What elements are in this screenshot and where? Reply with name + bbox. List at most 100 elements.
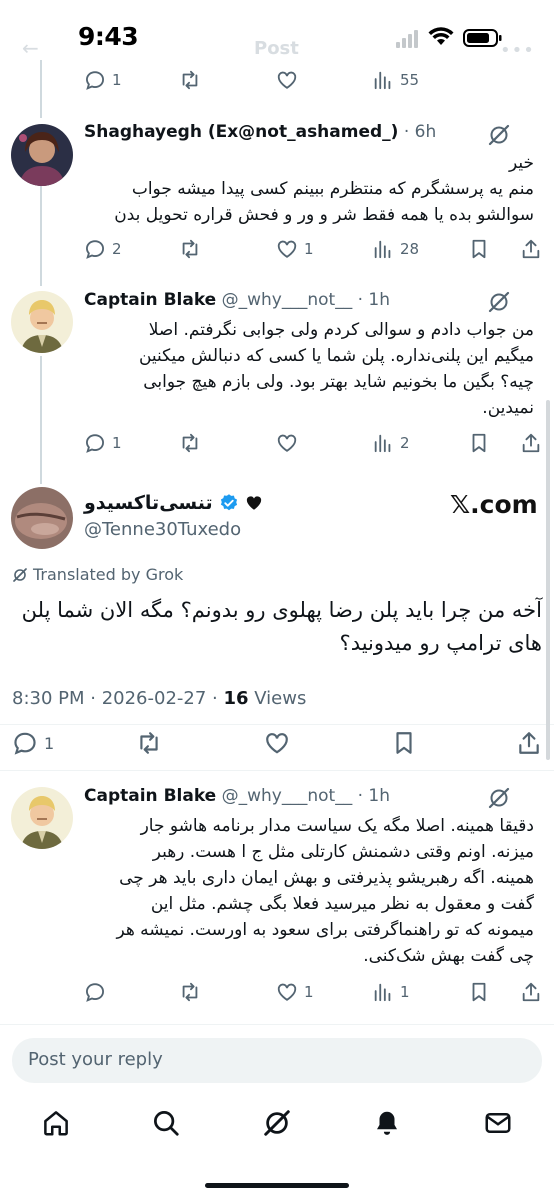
more-icon[interactable]: •••: [500, 40, 535, 61]
back-arrow-icon[interactable]: ←: [22, 36, 39, 60]
reply-icon: [86, 240, 104, 259]
battery-icon: [463, 29, 502, 47]
header-title: Post: [254, 38, 299, 59]
like-button[interactable]: [276, 429, 298, 457]
share-button[interactable]: [520, 235, 542, 263]
home-indicator: [205, 1183, 349, 1188]
reply-input[interactable]: Post your reply: [12, 1038, 542, 1083]
avatar[interactable]: [11, 487, 73, 549]
tweet-time[interactable]: 1h: [368, 290, 390, 310]
share-icon: [519, 732, 539, 754]
bookmark-button[interactable]: [468, 235, 490, 263]
translated-by-grok[interactable]: Translated by Grok: [12, 565, 183, 584]
tweet-actions: 1 1: [0, 978, 554, 1006]
reply-icon: [86, 434, 104, 453]
reply-button[interactable]: 1: [12, 729, 54, 757]
like-count: 1: [304, 983, 314, 1001]
heart-icon: [266, 733, 288, 754]
repost-button[interactable]: [178, 978, 202, 1006]
share-icon: [522, 982, 540, 1002]
grok-icon[interactable]: [487, 786, 511, 810]
avatar[interactable]: [11, 291, 73, 353]
display-name[interactable]: Captain Blake: [84, 786, 216, 806]
bottom-nav: [0, 1100, 554, 1160]
display-name[interactable]: Shaghayegh (Ex@not_ashamed_): [84, 122, 398, 142]
reply-count: 2: [112, 240, 122, 258]
user-handle[interactable]: @_why___not__: [222, 290, 353, 310]
tweet-text: خیر منم یه پرسشگرم که منتظرم ببینم کسی پ…: [114, 153, 534, 225]
reply-button[interactable]: 1: [84, 429, 122, 457]
grok-icon[interactable]: [487, 123, 511, 147]
tweet-header: Captain Blake @_why___not__ · 1h: [84, 290, 391, 310]
tweet-timestamp[interactable]: 8:30 PM · 2026-02-27 ·: [12, 688, 223, 709]
display-name[interactable]: Captain Blake: [84, 290, 216, 310]
heart-icon: [277, 434, 297, 452]
bookmark-icon: [396, 732, 412, 754]
search-icon[interactable]: [151, 1108, 181, 1138]
reply-count: 1: [112, 71, 122, 89]
bookmark-icon: [472, 982, 486, 1002]
views-icon: [374, 240, 391, 259]
share-button[interactable]: [520, 429, 542, 457]
like-button[interactable]: 1: [276, 235, 314, 263]
views-button[interactable]: 28: [372, 235, 419, 263]
partial-tweet-actions: 1 55: [0, 66, 554, 94]
views-count: 28: [400, 240, 420, 258]
bookmark-button[interactable]: [468, 429, 490, 457]
views-icon: [374, 71, 391, 90]
heart-icon: [277, 71, 297, 89]
views-button[interactable]: 2: [372, 429, 410, 457]
divider: [0, 724, 554, 725]
tweet-time[interactable]: 1h: [368, 786, 390, 806]
tweet-actions: 1 2: [0, 429, 554, 457]
bookmark-button[interactable]: [468, 978, 490, 1006]
user-handle[interactable]: @Tenne30Tuxedo: [84, 519, 241, 540]
like-count: 1: [304, 240, 314, 258]
share-button[interactable]: [516, 729, 542, 757]
verified-badge-icon: [220, 494, 237, 511]
repost-icon: [140, 732, 158, 754]
user-handle[interactable]: @_why___not__: [222, 786, 353, 806]
avatar[interactable]: [11, 787, 73, 849]
reply-button[interactable]: [84, 978, 106, 1006]
tweet-header: Captain Blake @_why___not__ · 1h: [84, 786, 391, 806]
share-icon: [522, 239, 540, 259]
reply-button[interactable]: 1: [84, 66, 122, 94]
like-button[interactable]: [263, 729, 291, 757]
xcom-watermark: 𝕏.com: [450, 490, 538, 519]
repost-button[interactable]: [135, 729, 163, 757]
avatar[interactable]: [11, 124, 73, 186]
reply-button[interactable]: 2: [84, 235, 122, 263]
like-button[interactable]: 1: [276, 978, 314, 1006]
share-button[interactable]: [520, 978, 542, 1006]
home-icon[interactable]: [41, 1108, 71, 1138]
heart-icon: [277, 240, 297, 258]
reply-icon: [86, 983, 104, 1002]
repost-button[interactable]: [178, 66, 202, 94]
views-icon: [374, 434, 391, 453]
tweet-text: دقیقا همینه. اصلا مگه یک سیاست مدار برنا…: [116, 816, 534, 966]
views-button[interactable]: 1: [372, 978, 410, 1006]
grok-icon[interactable]: [262, 1108, 292, 1138]
display-name[interactable]: تنسی‌تاکسیدو: [84, 492, 213, 514]
like-button[interactable]: [276, 66, 298, 94]
grok-icon: [13, 567, 27, 582]
tweet-header: Shaghayegh (Ex@not_ashamed_) · 6h: [84, 122, 437, 142]
messages-icon[interactable]: [483, 1108, 513, 1138]
repost-button[interactable]: [178, 429, 202, 457]
reply-icon: [86, 71, 104, 90]
tweet-meta: 8:30 PM · 2026-02-27 · 16 Views: [12, 688, 306, 709]
reply-placeholder: Post your reply: [28, 1049, 163, 1070]
notifications-icon[interactable]: [372, 1108, 402, 1138]
repost-icon: [182, 70, 198, 90]
repost-button[interactable]: [178, 235, 202, 263]
bookmark-button[interactable]: [391, 729, 417, 757]
wifi-icon: [428, 27, 454, 45]
tweet-time[interactable]: 6h: [415, 122, 437, 142]
views-button[interactable]: 55: [372, 66, 419, 94]
heart-suit-icon: [246, 496, 261, 510]
scrollbar[interactable]: [546, 400, 550, 760]
share-icon: [522, 433, 540, 453]
tweet-actions: 2 1 28: [0, 235, 554, 263]
grok-icon[interactable]: [487, 290, 511, 314]
